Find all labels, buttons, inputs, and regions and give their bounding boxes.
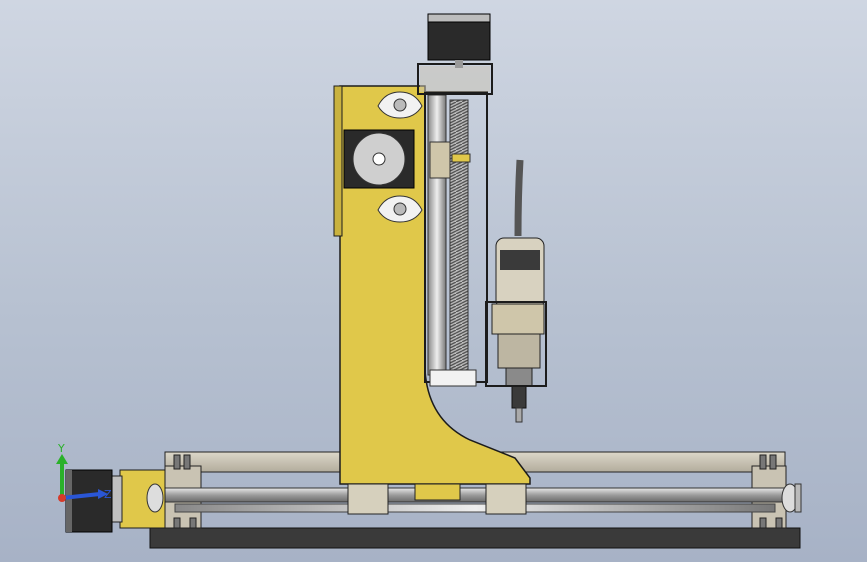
x-stepper-motor bbox=[65, 469, 113, 533]
x-guide-rod bbox=[149, 487, 801, 503]
3d-viewport[interactable]: Y Z bbox=[0, 0, 867, 562]
triad-z-label: Z bbox=[104, 488, 112, 501]
x-lead-screw bbox=[174, 503, 776, 513]
gantry-plate-edge bbox=[333, 85, 343, 237]
x-coupler-left bbox=[146, 483, 164, 513]
z-guide-rod bbox=[427, 94, 447, 376]
spindle-tool bbox=[491, 159, 545, 423]
z-bottom-bearing bbox=[429, 369, 477, 387]
z-carriage-block bbox=[429, 141, 451, 179]
z-motor-bracket-fill bbox=[420, 66, 490, 92]
base-plate bbox=[149, 527, 801, 549]
x-carriage-block-left bbox=[347, 483, 389, 515]
x-carriage-block-right bbox=[485, 483, 527, 515]
y-motor-shaft bbox=[372, 152, 386, 166]
cnc-model-view[interactable]: Y Z bbox=[0, 0, 867, 562]
triad-origin bbox=[58, 494, 66, 502]
triad-y-arrow bbox=[56, 454, 68, 464]
x-motor-mount bbox=[111, 475, 123, 523]
z-carriage-pin bbox=[451, 153, 471, 163]
x-end-bearing bbox=[794, 483, 802, 513]
z-motor-shaft bbox=[455, 60, 463, 68]
x-motor-cap bbox=[66, 470, 72, 532]
z-motor-cap bbox=[427, 13, 491, 23]
x-carriage-nut bbox=[414, 483, 461, 501]
z-lead-screw bbox=[449, 99, 469, 371]
triad-y-label: Y bbox=[57, 442, 65, 455]
